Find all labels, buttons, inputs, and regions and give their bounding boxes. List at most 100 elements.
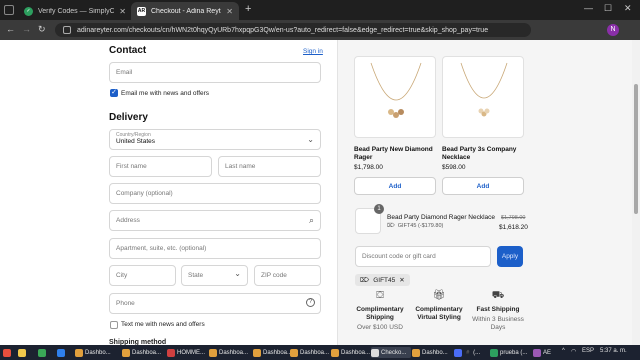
product-image[interactable]	[442, 56, 524, 138]
product-price: $1,798.00	[354, 164, 383, 171]
taskbar-item-label: prueba (...	[500, 349, 528, 356]
browser-tab-strip: ✓ Verify Codes — SimplyCodes ✕ AR Checko…	[0, 0, 640, 20]
add-product-button[interactable]: Add	[354, 177, 436, 195]
sign-in-link[interactable]: Sign in	[303, 48, 323, 55]
phone-field[interactable]: Phone ?	[109, 293, 321, 314]
email-field[interactable]: Email	[109, 62, 321, 83]
back-icon[interactable]: ←	[6, 24, 15, 34]
apartment-field[interactable]: Apartment, suite, etc. (optional)	[109, 238, 321, 259]
taskbar-item-active[interactable]: Checko...	[371, 347, 411, 358]
feature-subtitle: Over $100 USD	[357, 324, 403, 331]
cart-item-name: Bead Party Diamond Rager Necklace	[387, 214, 496, 221]
site-info-icon[interactable]	[63, 26, 71, 34]
tab-search-icon[interactable]	[4, 5, 14, 15]
close-tab-icon[interactable]: ✕	[119, 7, 126, 16]
wifi-icon[interactable]: ◠	[571, 348, 576, 355]
taskbar-item-label: Dashboa...	[341, 349, 371, 356]
browser-toolbar: ← → ↻ adinareyter.com/checkouts/cn/hWN2t…	[0, 20, 640, 54]
country-select[interactable]: Country/Region United States ⌄	[109, 129, 321, 150]
necklace-illustration	[370, 62, 422, 118]
taskbar-item[interactable]: AE	[533, 347, 555, 358]
phone-placeholder: Phone	[116, 300, 135, 307]
taskbar-item[interactable]: Dashboa...	[122, 347, 166, 358]
search-icon: ⌕	[308, 215, 314, 225]
text-news-checkbox[interactable]	[110, 321, 118, 329]
taskbar-item[interactable]: prueba (...	[490, 347, 532, 358]
product-name: Bead Party New Diamond Rager	[354, 146, 433, 161]
taskbar-item[interactable]: Dashbo...	[412, 347, 452, 358]
chevron-down-icon: ⌄	[234, 269, 241, 278]
checkout-page: Contact Sign in Email ✓ Email me with ne…	[0, 40, 640, 346]
taskbar-item[interactable]: #️ (...	[454, 347, 488, 358]
clock[interactable]: 5:37 a. m.	[600, 348, 627, 354]
zip-field[interactable]: ZIP code	[254, 265, 321, 286]
applied-discount-chip: ⌦ GIFT45 ✕	[355, 274, 410, 286]
state-placeholder: State	[188, 272, 204, 279]
maximize-icon[interactable]: ☐	[604, 3, 612, 14]
feature-title: Complimentary Shipping	[356, 306, 404, 321]
delivery-heading: Delivery	[109, 112, 148, 123]
reload-icon[interactable]: ↻	[38, 24, 46, 35]
taskbar-app-icon[interactable]	[38, 347, 46, 358]
add-product-button[interactable]: Add	[442, 177, 524, 195]
minimize-icon[interactable]: —	[584, 3, 593, 13]
remove-discount-icon[interactable]: ✕	[399, 276, 404, 284]
scrollbar-thumb[interactable]	[634, 84, 638, 214]
address-field[interactable]: Address ⌕	[109, 210, 321, 231]
taskbar: Dashbo... Dashboa... HOMME... Dashboa...…	[0, 345, 640, 360]
close-tab-icon[interactable]: ✕	[226, 7, 233, 16]
chevron-down-icon: ⌄	[307, 135, 314, 144]
feature-title: Fast Shipping	[476, 306, 520, 313]
tray-chevron-icon[interactable]: ^	[562, 348, 565, 354]
tab-verify-codes[interactable]: ✓ Verify Codes — SimplyCodes ✕	[18, 2, 132, 20]
taskbar-item-label: Dashboa...	[263, 349, 293, 356]
feature-title: Complimentary Virtual Styling	[415, 306, 463, 321]
taskbar-item[interactable]: Dashboa...	[331, 347, 371, 358]
taskbar-item[interactable]: Dashboa...	[290, 347, 332, 358]
apply-discount-button[interactable]: Apply	[497, 246, 523, 267]
page-scrollbar[interactable]	[632, 40, 640, 345]
tab-title: Checkout - Adina Reyter	[151, 7, 222, 15]
profile-avatar[interactable]: N	[607, 24, 619, 36]
email-news-checkbox[interactable]: ✓	[110, 89, 118, 97]
taskbar-app-icon[interactable]	[18, 347, 26, 358]
tab-title: Verify Codes — SimplyCodes	[38, 7, 115, 15]
address-bar[interactable]: adinareyter.com/checkouts/cn/hWN2t0hqyQy…	[55, 23, 531, 37]
line-price: $1,618.20	[499, 224, 528, 231]
address-placeholder: Address	[116, 217, 140, 224]
gift-box-icon: ⛋	[376, 290, 384, 301]
country-value: United States	[116, 138, 156, 145]
taskbar-item[interactable]: Dashbo...	[75, 347, 119, 358]
url-text: adinareyter.com/checkouts/cn/hWN2t0hqyQy…	[77, 26, 489, 34]
last-name-field[interactable]: Last name	[218, 156, 321, 177]
taskbar-item-label: #️ (...	[464, 350, 481, 356]
taskbar-item-label: Dashbo...	[85, 349, 111, 356]
city-field[interactable]: City	[109, 265, 176, 286]
product-image[interactable]	[354, 56, 436, 138]
text-news-label: Text me with news and offers	[121, 321, 205, 328]
taskbar-app-icon[interactable]	[57, 347, 65, 358]
adina-reyter-favicon-icon: AR	[137, 6, 146, 16]
help-icon[interactable]: ?	[306, 298, 315, 307]
taskbar-item-label: AE	[543, 349, 552, 356]
state-select[interactable]: State ⌄	[181, 265, 248, 286]
taskbar-item-label: Dashbo...	[422, 349, 448, 356]
taskbar-item[interactable]: HOMME...	[167, 347, 207, 358]
company-field[interactable]: Company (optional)	[109, 183, 321, 204]
tab-checkout[interactable]: AR Checkout - Adina Reyter ✕	[131, 2, 239, 20]
email-news-label: Email me with news and offers	[121, 90, 210, 97]
taskbar-item-label: Dashboa...	[132, 349, 162, 356]
forward-icon[interactable]: →	[22, 24, 31, 34]
quantity-badge: 1	[374, 204, 384, 214]
language-indicator[interactable]: ESP	[582, 348, 594, 354]
first-name-field[interactable]: First name	[109, 156, 212, 177]
close-window-icon[interactable]: ✕	[624, 3, 632, 14]
product-price: $598.00	[442, 164, 466, 171]
taskbar-item[interactable]: Dashboa...	[209, 347, 253, 358]
taskbar-item-label: Checko...	[381, 349, 407, 356]
discount-code-input[interactable]: Discount code or gift card	[355, 246, 491, 267]
start-icon[interactable]	[3, 347, 13, 358]
contact-heading: Contact	[109, 45, 147, 56]
new-tab-icon[interactable]: +	[245, 3, 251, 15]
feature-subtitle: Within 3 Business Days	[472, 316, 524, 331]
